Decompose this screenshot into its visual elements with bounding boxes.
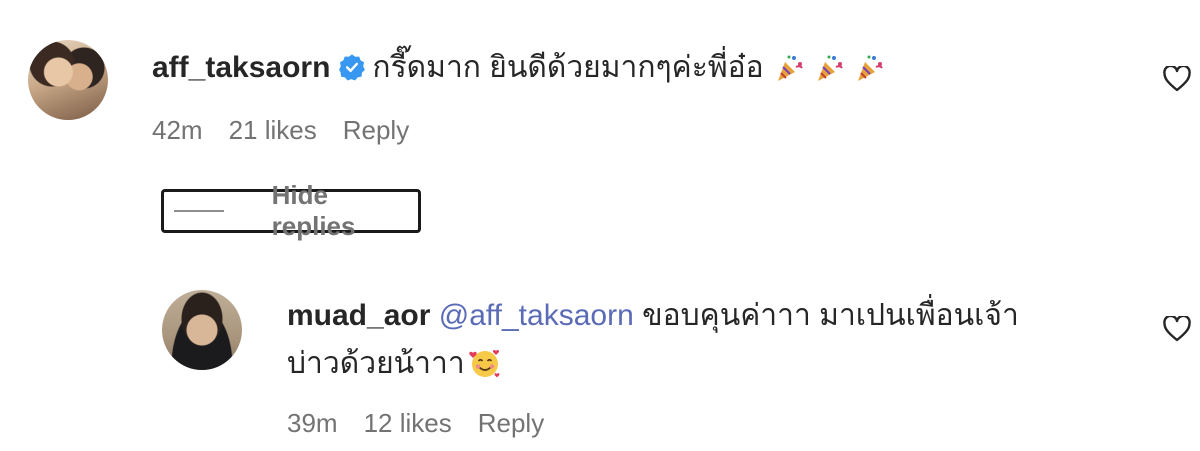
like-heart-icon[interactable] bbox=[1163, 66, 1191, 92]
divider-line bbox=[174, 210, 224, 212]
comment-likes[interactable]: 12 likes bbox=[364, 408, 452, 438]
reply-button[interactable]: Reply bbox=[478, 408, 544, 438]
comment-text: กรี๊ดมาก ยินดีด้วยมากๆค่ะพี่อ๋อ bbox=[372, 51, 764, 84]
verified-badge-icon bbox=[339, 54, 366, 81]
smiling-face-with-hearts-icon bbox=[468, 347, 501, 389]
comment-meta: 39m 12 likes Reply bbox=[287, 408, 570, 439]
hide-replies-label: Hide replies bbox=[271, 180, 356, 241]
avatar[interactable] bbox=[28, 40, 108, 120]
avatar[interactable] bbox=[162, 290, 242, 370]
like-heart-icon[interactable] bbox=[1163, 316, 1191, 342]
comment-username[interactable]: muad_aor bbox=[287, 299, 430, 332]
comment-time: 42m bbox=[152, 115, 203, 145]
mention-link[interactable]: @aff_taksaorn bbox=[439, 299, 634, 332]
party-popper-icon bbox=[854, 53, 884, 93]
comment-body: muad_aor @aff_taksaorn ขอบคุนค่าาา มาเปน… bbox=[287, 297, 1019, 335]
comment-text-line2: บ่าวด้วยน้าาา bbox=[287, 347, 465, 380]
comment-text-line1: ขอบคุนค่าาา มาเปนเพื่อนเจ้า bbox=[642, 299, 1019, 332]
hide-replies-button[interactable]: Hide replies bbox=[161, 180, 421, 241]
comment-time: 39m bbox=[287, 408, 338, 438]
comment-meta: 42m 21 likes Reply bbox=[152, 115, 435, 146]
comment-body-line2: บ่าวด้วยน้าาา bbox=[287, 345, 501, 389]
party-popper-icon bbox=[814, 53, 844, 93]
party-popper-icon bbox=[774, 53, 804, 93]
comment-body: aff_taksaorn กรี๊ดมาก ยินดีด้วยมากๆค่ะพี… bbox=[152, 49, 884, 93]
comment-username[interactable]: aff_taksaorn bbox=[152, 51, 330, 84]
reply-button[interactable]: Reply bbox=[343, 115, 409, 145]
comment-likes[interactable]: 21 likes bbox=[229, 115, 317, 145]
